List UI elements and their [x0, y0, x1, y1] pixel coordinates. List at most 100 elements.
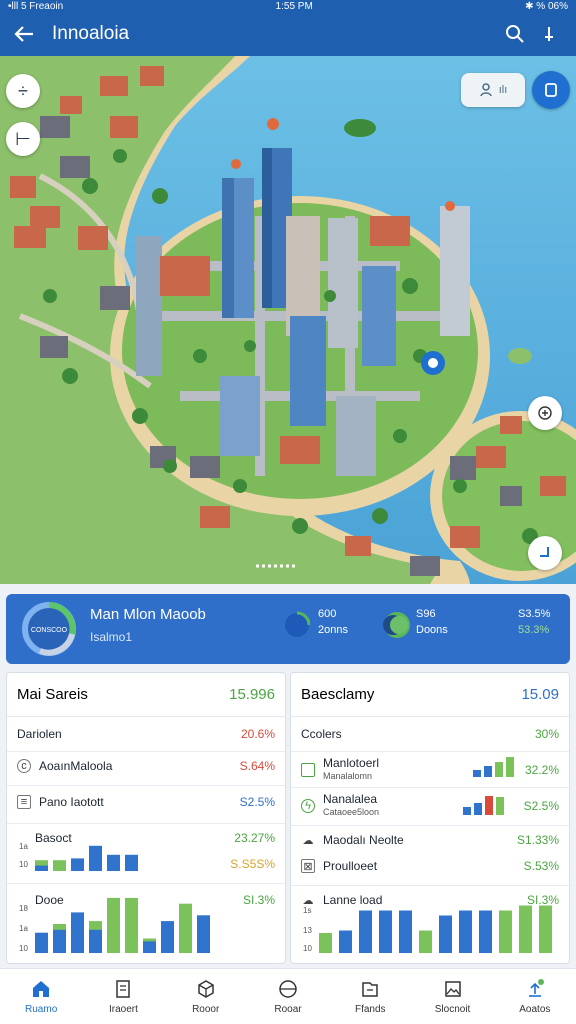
- home-icon: [33, 981, 50, 997]
- sparkline-bar: [485, 796, 493, 815]
- nav-item-box[interactable]: Rooor: [165, 969, 247, 1024]
- stat-2-value: S96: [416, 608, 436, 620]
- sparkline-2: [463, 796, 504, 815]
- pin-icon: [545, 27, 553, 41]
- row-label: Manlotoerl: [323, 756, 380, 770]
- compass-button[interactable]: [528, 396, 562, 430]
- stat-1: 600 2onns: [318, 606, 348, 638]
- list-item[interactable]: ≡ Pano Iaotott S2.5%: [17, 795, 275, 809]
- row-value: S1.33%: [516, 833, 559, 847]
- left-panel-header: Mai Sareis 15.996: [7, 673, 285, 717]
- back-button[interactable]: [10, 20, 38, 48]
- chart-bar-green: [107, 897, 120, 953]
- row-label: Dariolen: [17, 727, 62, 741]
- chart-bar-blue: [71, 858, 84, 871]
- search-button[interactable]: [498, 17, 532, 51]
- status-bar: •lll 5 Freaoin 1:55 PM ✱ % 06%: [0, 0, 576, 12]
- row-value: S.S5S%: [230, 857, 275, 871]
- chart-bar-blue: [379, 910, 392, 953]
- axis-label: 1a: [19, 842, 28, 851]
- zoom-out-button[interactable]: ⊢: [6, 122, 40, 156]
- row-value: 30%: [534, 727, 559, 741]
- nav-item-globe[interactable]: Rooar: [247, 969, 329, 1024]
- list-item[interactable]: Dariolen 20.6%: [17, 727, 275, 741]
- chart-bar-blue: [35, 865, 48, 871]
- list-item[interactable]: Ccolers 30%: [301, 727, 559, 741]
- city-map[interactable]: ÷ ⊢ ılı: [0, 56, 576, 584]
- stat-1-label: 2onns: [318, 624, 348, 636]
- row-value: S.64%: [239, 759, 275, 773]
- list-item[interactable]: ☁ Maodalı Neolte S1.33%: [301, 833, 560, 847]
- right-bar-chart: 1s 13 10: [303, 905, 552, 953]
- nav-label: Ruamo: [25, 1004, 58, 1015]
- axis-label: 10: [303, 944, 312, 953]
- list-item[interactable]: ⊠ Proulloeet S.53%: [301, 859, 559, 873]
- row-value: S2.5%: [523, 798, 559, 813]
- chart-bar-blue: [53, 929, 66, 953]
- chart-bar-blue: [459, 910, 472, 953]
- axis-label: 10: [19, 860, 28, 869]
- document-icon: [116, 980, 131, 998]
- chart-bar-blue: [125, 854, 138, 871]
- compass-icon: [538, 406, 552, 420]
- chart-bar-blue: [359, 910, 372, 953]
- stat-2: S96 Doons: [416, 606, 448, 638]
- nav-item-report[interactable]: Iraoert: [82, 969, 164, 1024]
- navigate-button[interactable]: [528, 536, 562, 570]
- chart-bar-green: [125, 897, 138, 953]
- square-icon: [301, 762, 315, 777]
- nav-item-gallery[interactable]: Slocnoit: [411, 969, 493, 1024]
- nav-label: Aoatos: [519, 1004, 551, 1015]
- row-label: Proulloeet: [323, 859, 378, 873]
- map-mode-chip[interactable]: ılı: [461, 73, 525, 107]
- chart-bar-green: [179, 903, 192, 953]
- summary-card[interactable]: CONSCOO Man Mlon Maoob Isalmo1 600 2onns…: [6, 594, 570, 664]
- nav-item-home[interactable]: Ruamo: [0, 969, 82, 1024]
- chart-bar-blue: [35, 932, 48, 953]
- chart-bar-green: [53, 860, 66, 871]
- chart-bar-green: [499, 910, 512, 953]
- box-icon: [197, 980, 214, 998]
- sparkline-bar: [496, 797, 504, 815]
- folder-icon: [362, 982, 379, 997]
- globe-icon: [279, 980, 297, 998]
- list-item[interactable]: Manlotoerl Manalalomn 32.2%: [301, 757, 559, 782]
- chart-bar-blue: [71, 912, 84, 953]
- chart-bar-blue: [107, 854, 120, 871]
- pin-button[interactable]: [532, 17, 566, 51]
- sparkline-bar: [473, 770, 481, 777]
- sparkline-bar: [463, 807, 471, 815]
- donut-label: CONSCOO: [31, 627, 68, 634]
- nav-label: Slocnoit: [434, 1004, 471, 1015]
- list-item[interactable]: ϟ Nanalalea Cataoee5loon S2.5%: [301, 793, 559, 818]
- minus-icon: ⊢: [15, 128, 31, 149]
- stat-2-label: Doons: [416, 624, 448, 636]
- left-panel-title: Mai Sareis: [17, 686, 88, 703]
- nav-item-files[interactable]: Ffands: [329, 969, 411, 1024]
- bolt-icon: ϟ: [301, 798, 315, 813]
- chart-bar-blue: [161, 921, 174, 953]
- axis-label: 13: [303, 926, 312, 935]
- layers-button[interactable]: [532, 71, 570, 109]
- zoom-in-button[interactable]: ÷: [6, 74, 40, 108]
- row-sublabel: Manalalomn: [323, 771, 373, 781]
- image-icon: [444, 981, 461, 997]
- status-carrier: •lll 5 Freaoin: [8, 0, 64, 12]
- axis-label: 10: [19, 944, 28, 953]
- row-label: Pano Iaotott: [39, 795, 104, 809]
- nav-item-updates[interactable]: Aoatos: [494, 969, 576, 1024]
- list-item[interactable]: c AoaınMaloola S.64%: [17, 759, 275, 773]
- arrow-left-icon: [14, 26, 33, 42]
- row-value: 32.2%: [524, 762, 559, 777]
- stat-3-change: 53.3%: [518, 624, 550, 636]
- city-map-illustration: [0, 56, 576, 584]
- chart-bar-blue: [339, 930, 352, 953]
- axis-label: 18: [19, 904, 28, 913]
- right-panel-header: Baesclamy 15.09: [291, 673, 569, 717]
- row-value: 20.6%: [240, 727, 275, 741]
- image-icon: ⊠: [301, 859, 315, 873]
- summary-title: Man Mlon Maoob: [90, 606, 206, 623]
- layers-icon: [545, 83, 557, 97]
- sparkline-bar: [484, 766, 492, 777]
- green-circle-icon: [383, 612, 410, 638]
